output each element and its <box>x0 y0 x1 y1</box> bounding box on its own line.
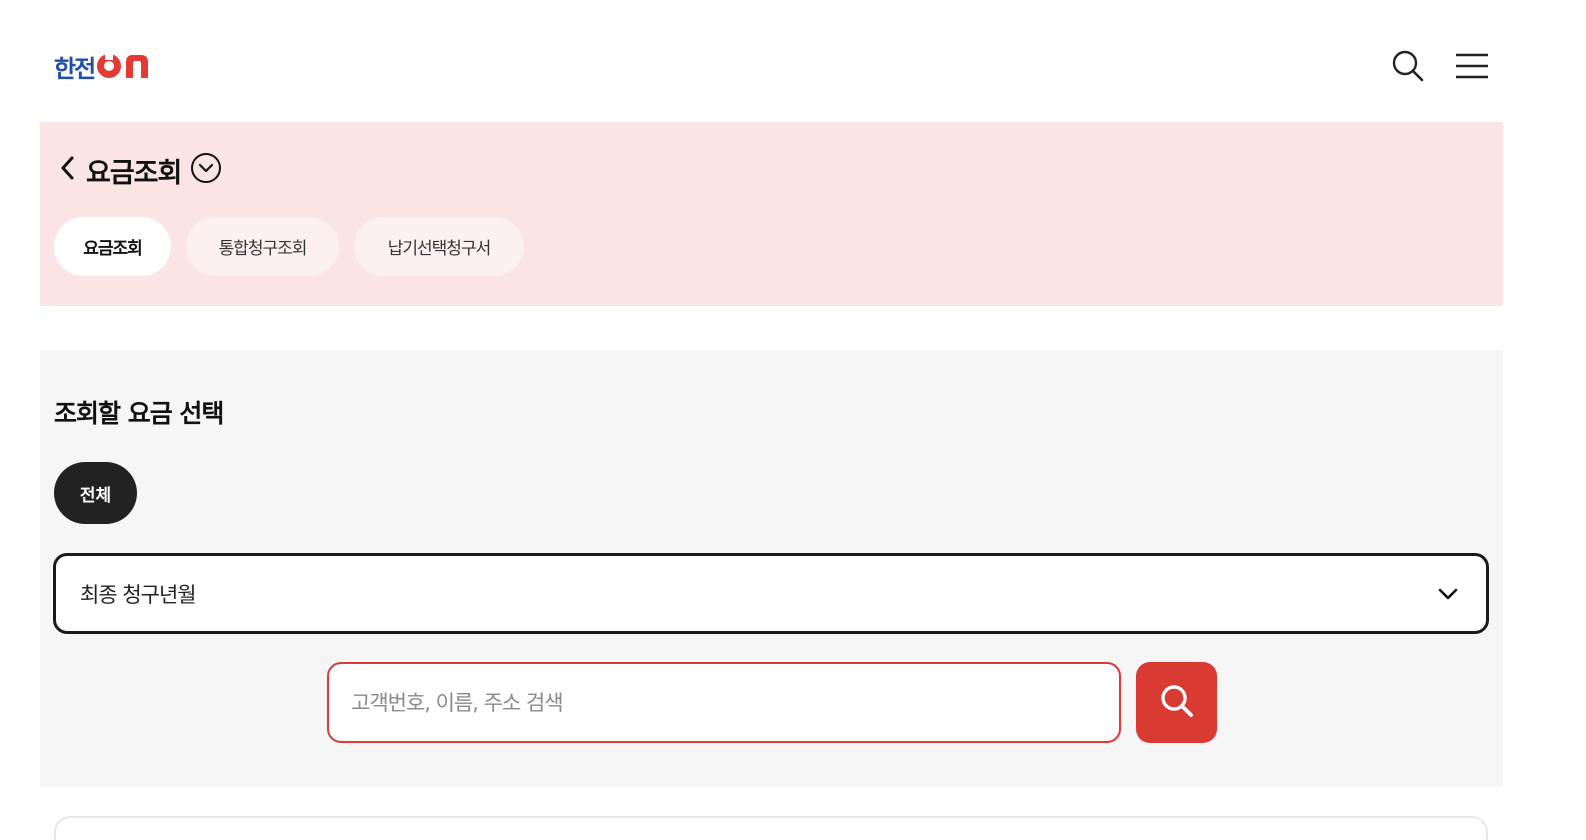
chevron-down-circle-icon <box>190 152 222 188</box>
search-icon <box>1158 682 1196 724</box>
tab-integrated-billing[interactable]: 통합청구조회 <box>186 217 339 276</box>
page-menu-toggle[interactable] <box>189 153 223 187</box>
page-banner: 요금조회 요금조회 통합청구조회 납기선택청구서 <box>40 122 1503 306</box>
result-card <box>54 816 1488 840</box>
chevron-left-icon <box>60 156 74 184</box>
section-title: 조회할 요금 선택 <box>54 399 224 428</box>
hamburger-menu-icon <box>1455 51 1489 85</box>
chevron-down-icon <box>1436 582 1460 606</box>
back-button[interactable] <box>56 155 78 185</box>
page-title: 요금조회 <box>86 157 182 189</box>
billing-month-select[interactable]: 최종 청구년월 <box>53 553 1489 634</box>
search-input[interactable] <box>327 662 1121 743</box>
tab-bar: 요금조회 통합청구조회 납기선택청구서 <box>54 217 524 276</box>
search-icon <box>1391 49 1425 87</box>
logo-text: 한전 <box>54 54 96 83</box>
menu-button[interactable] <box>1454 50 1490 86</box>
brand-logo[interactable]: 한전 <box>54 50 154 83</box>
banner-title-row: 요금조회 <box>56 152 223 189</box>
filter-chip-all[interactable]: 전체 <box>54 462 137 524</box>
on-logo-icon <box>96 52 154 80</box>
site-header: 한전 <box>0 0 1586 122</box>
search-panel: 조회할 요금 선택 전체 최종 청구년월 <box>40 350 1503 787</box>
select-value: 최종 청구년월 <box>80 582 197 607</box>
tab-fee-inquiry[interactable]: 요금조회 <box>54 217 171 276</box>
header-search-button[interactable] <box>1390 50 1426 86</box>
tab-due-date-bill[interactable]: 납기선택청구서 <box>354 217 524 276</box>
search-submit-button[interactable] <box>1136 662 1217 743</box>
